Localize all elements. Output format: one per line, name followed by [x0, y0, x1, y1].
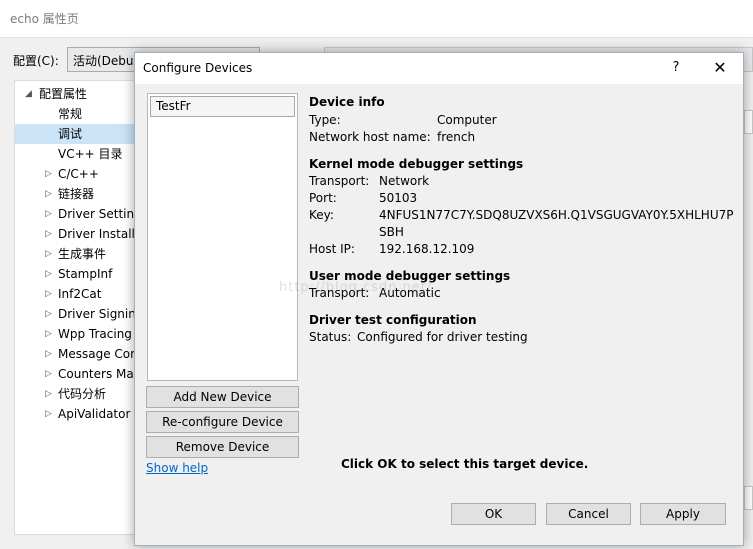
host-ip-value: 192.168.12.109: [379, 242, 475, 256]
expand-arrow-icon[interactable]: ▷: [45, 404, 52, 424]
tree-item[interactable]: ▷ 生成事件: [15, 244, 134, 264]
device-list[interactable]: TestFr: [147, 93, 298, 381]
show-help-link[interactable]: Show help: [146, 461, 208, 475]
tree-item[interactable]: ▷ Wpp Tracing: [15, 324, 134, 344]
tree-item-label: C/C++: [58, 167, 99, 181]
tree-item[interactable]: 常规: [15, 104, 134, 124]
tree-item-label: Driver Signing: [58, 307, 135, 321]
tree-item-label: VC++ 目录: [58, 147, 123, 161]
remove-device-button[interactable]: Remove Device: [146, 436, 299, 458]
tree-item-label: Driver Settings: [58, 207, 135, 221]
tree-item-label: Counters Manifest: [58, 367, 134, 381]
kernel-debugger-heading: Kernel mode debugger settings: [309, 157, 524, 171]
kernel-transport-value: Network: [379, 174, 430, 188]
status-value: Configured for driver testing: [357, 330, 528, 344]
tree-item[interactable]: ▷ C/C++: [15, 164, 134, 184]
tree-item[interactable]: ▷ Driver Signing: [15, 304, 135, 324]
property-grid-edge: [744, 110, 753, 134]
expand-arrow-icon[interactable]: ▷: [45, 304, 52, 324]
expand-arrow-icon[interactable]: ▷: [45, 184, 52, 204]
watermark: http://blog.csdn.net/: [279, 280, 433, 295]
configure-devices-dialog: Configure Devices ? ✕ TestFr Add New Dev…: [134, 52, 744, 546]
tree-item-label: 调试: [58, 127, 83, 141]
reconfigure-device-button[interactable]: Re-configure Device: [146, 411, 299, 433]
tree-item-label: 链接器: [58, 187, 95, 201]
tree-item-label: Wpp Tracing: [58, 327, 132, 341]
port-label: Port:: [309, 191, 337, 205]
expand-arrow-icon[interactable]: ▷: [45, 164, 52, 184]
property-page-titlebar: echo 属性页: [0, 0, 753, 38]
expand-arrow-icon[interactable]: ▷: [45, 284, 52, 304]
key-value-line2: SBH: [379, 225, 404, 239]
tree-item-label: 代码分析: [58, 387, 107, 401]
tree-item[interactable]: ▷ 链接器: [15, 184, 134, 204]
tree-item[interactable]: ▷ 代码分析: [15, 384, 134, 404]
driver-test-heading: Driver test configuration: [309, 313, 477, 327]
expand-arrow-icon[interactable]: ▷: [45, 344, 52, 364]
collapse-arrow-icon[interactable]: ◢: [25, 84, 32, 104]
tree-item[interactable]: ▷ Driver Settings: [15, 204, 135, 224]
tree-item-label: 常规: [58, 107, 83, 121]
type-label: Type:: [309, 113, 341, 127]
tree-item-label: 配置属性: [39, 87, 88, 101]
close-icon[interactable]: ✕: [705, 58, 735, 78]
tree-item-label: Message Compiler: [58, 347, 134, 361]
tree-item[interactable]: 调试: [15, 124, 134, 144]
tree-item[interactable]: ▷ Driver Install: [15, 224, 135, 244]
property-page-title: echo 属性页: [10, 12, 79, 26]
ok-button[interactable]: OK: [451, 503, 536, 525]
property-tree: ◢ 配置属性常规调试 VC++ 目录 ▷ C/C++ ▷ 链接器 ▷ Driver Settin…: [14, 80, 135, 535]
tree-item-label: 生成事件: [58, 247, 107, 261]
tree-item[interactable]: ◢ 配置属性: [15, 84, 134, 104]
host-ip-label: Host IP:: [309, 242, 355, 256]
expand-arrow-icon[interactable]: ▷: [45, 224, 52, 244]
dialog-title: Configure Devices: [143, 61, 253, 75]
tree-item-label: ApiValidator: [58, 407, 131, 421]
expand-arrow-icon[interactable]: ▷: [45, 264, 52, 284]
kernel-transport-label: Transport:: [309, 174, 370, 188]
key-label: Key:: [309, 208, 334, 222]
device-list-item[interactable]: TestFr: [150, 96, 295, 117]
expand-arrow-icon[interactable]: ▷: [45, 324, 52, 344]
configuration-label: 配置(C):: [13, 54, 59, 68]
apply-button[interactable]: Apply: [640, 503, 726, 525]
type-value: Computer: [437, 113, 497, 127]
tree-item[interactable]: ▷ Inf2Cat: [15, 284, 134, 304]
dialog-titlebar: Configure Devices ? ✕: [135, 53, 743, 84]
device-info-heading: Device info: [309, 95, 385, 109]
add-new-device-button[interactable]: Add New Device: [146, 386, 299, 408]
tree-item[interactable]: ▷ Message Compiler: [15, 344, 134, 364]
status-label: Status:: [309, 330, 352, 344]
tree-item[interactable]: VC++ 目录: [15, 144, 134, 164]
expand-arrow-icon[interactable]: ▷: [45, 364, 52, 384]
tree-item[interactable]: ▷ Counters Manifest: [15, 364, 134, 384]
tree-item[interactable]: ▷ ApiValidator: [15, 404, 134, 424]
host-name-value: french: [437, 130, 476, 144]
tree-item[interactable]: ▷ StampInf: [15, 264, 134, 284]
tree-item-label: StampInf: [58, 267, 113, 281]
help-icon[interactable]: ?: [663, 58, 689, 78]
ok-hint-text: Click OK to select this target device.: [341, 457, 589, 471]
expand-arrow-icon[interactable]: ▷: [45, 204, 52, 224]
tree-item-label: Driver Install: [58, 227, 135, 241]
cancel-button[interactable]: Cancel: [546, 503, 631, 525]
port-value: 50103: [379, 191, 418, 205]
tree-item-label: Inf2Cat: [58, 287, 102, 301]
key-value-line1: 4NFUS1N77C7Y.SDQ8UZVXS6H.Q1VSGUGVAY0Y.5X…: [379, 208, 734, 222]
property-grid-edge-bottom: [744, 486, 753, 510]
expand-arrow-icon[interactable]: ▷: [45, 384, 52, 404]
expand-arrow-icon[interactable]: ▷: [45, 244, 52, 264]
host-name-label: Network host name:: [309, 130, 431, 144]
